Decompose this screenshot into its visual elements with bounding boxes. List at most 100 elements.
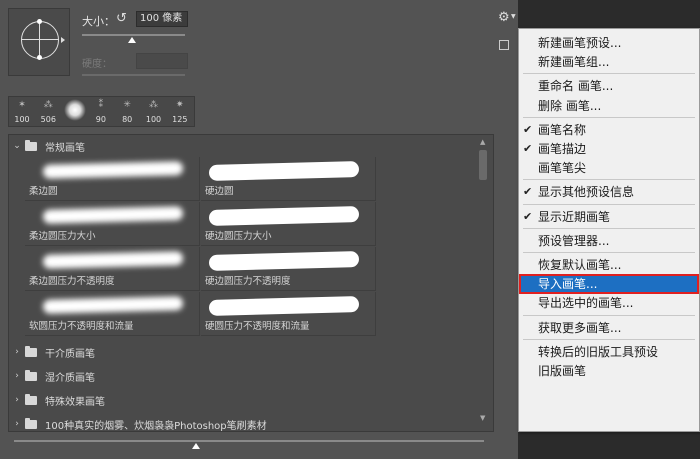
- chevron-right-icon[interactable]: ›: [9, 347, 25, 357]
- brush-cell[interactable]: 软圆压力不透明度和流量: [25, 292, 200, 336]
- preview-size-knob[interactable]: [192, 443, 200, 449]
- menu-item-label: 获取更多画笔...: [538, 320, 622, 335]
- menu-item[interactable]: 新建画笔预设...: [519, 33, 699, 53]
- menu-item-label: 新建画笔预设...: [538, 36, 622, 50]
- menu-item[interactable]: ✔ 画笔名称: [519, 120, 699, 140]
- roundness-handle-top[interactable]: [37, 19, 42, 24]
- brush-cell[interactable]: 硬圆压力不透明度和流量: [201, 292, 376, 336]
- menu-separator: [523, 338, 695, 340]
- menu-item-label: 导入画笔...: [538, 277, 598, 292]
- menu-item[interactable]: 导出选中的画笔...: [519, 293, 699, 313]
- caret-down-icon[interactable]: ▼: [511, 13, 516, 20]
- menu-item-label: 转换后的旧版工具预设: [538, 344, 659, 359]
- brush-panel-menu: 新建画笔预设... 新建画笔组... 重命名 画笔... 删除 画笔... ✔ 画笔名称 ✔…: [518, 28, 700, 432]
- brush-cell[interactable]: 柔边圆压力大小: [25, 202, 200, 246]
- menu-item[interactable]: ✔ 显示其他预设信息: [519, 182, 699, 202]
- brush-stroke-preview: [42, 251, 184, 269]
- brush-name: 柔边圆压力大小: [29, 231, 96, 242]
- menu-item[interactable]: 预设管理器...: [519, 231, 699, 251]
- menu-item[interactable]: 转换后的旧版工具预设: [519, 342, 699, 362]
- preview-size-slider[interactable]: [14, 440, 484, 442]
- menu-item[interactable]: 重命名 画笔...: [519, 76, 699, 96]
- preset-size: 506: [40, 115, 56, 124]
- group-label: 湿介质画笔: [45, 372, 95, 384]
- brush-cell[interactable]: 硬边圆: [201, 157, 376, 201]
- brush-name: 硬边圆: [205, 186, 234, 197]
- brush-cell[interactable]: 硬边圆压力大小: [201, 202, 376, 246]
- brush-glyph-icon: ⁑: [98, 100, 104, 110]
- preset-size: 80: [122, 115, 133, 124]
- brush-cell[interactable]: 柔边圆压力不透明度: [25, 247, 200, 291]
- group-regular-brushes[interactable]: ⌄ 常规画笔: [9, 135, 479, 157]
- menu-item-label: 删除 画笔...: [538, 98, 602, 113]
- roundness-handle-bottom[interactable]: [37, 55, 42, 60]
- chevron-right-icon[interactable]: ›: [9, 371, 25, 381]
- scroll-up-icon[interactable]: ▲: [480, 138, 485, 146]
- brush-tip-preview[interactable]: [8, 8, 70, 76]
- scroll-down-icon[interactable]: ▼: [480, 414, 485, 422]
- menu-item-label: 显示其他预设信息: [538, 185, 635, 200]
- menu-item[interactable]: 新建画笔组...: [519, 52, 699, 72]
- brush-stroke-preview: [208, 161, 360, 181]
- recent-brushes-bar: ✶ 100 ⁂ 506 ⁑ 90 ✳ 80 ⁂ 100 ✷ 125: [8, 96, 195, 127]
- preset-size: 125: [172, 115, 188, 124]
- brush-cell[interactable]: 硬边圆压力不透明度: [201, 247, 376, 291]
- menu-separator: [523, 179, 695, 181]
- chevron-right-icon[interactable]: ›: [9, 395, 25, 405]
- hardness-input[interactable]: [136, 53, 188, 69]
- size-label: 大小：: [82, 15, 115, 28]
- brush-stroke-preview: [208, 296, 360, 316]
- menu-item[interactable]: ✔ 显示近期画笔: [519, 207, 699, 227]
- collapsed-brush-group[interactable]: › 湿介质画笔: [9, 365, 479, 387]
- menu-item[interactable]: 导入画笔...: [519, 274, 699, 295]
- brush-stroke-preview: [42, 161, 184, 179]
- menu-item[interactable]: ✔ 画笔描边: [519, 139, 699, 159]
- gear-icon[interactable]: ⚙: [498, 10, 510, 25]
- brush-angle-circle[interactable]: [21, 21, 59, 59]
- menu-item[interactable]: 删除 画笔...: [519, 96, 699, 116]
- preset-size: 100: [14, 115, 30, 124]
- brush-name: 硬边圆压力大小: [205, 231, 272, 242]
- recent-brush-preset[interactable]: ⁂ 506: [35, 97, 61, 126]
- menu-item[interactable]: 画笔笔尖: [519, 158, 699, 178]
- recent-brush-preset[interactable]: ⁂ 100: [141, 97, 167, 126]
- menu-item[interactable]: 恢复默认画笔...: [519, 255, 699, 275]
- angle-arrow-icon[interactable]: [61, 37, 65, 43]
- brush-glyph-icon: ⁂: [43, 100, 53, 110]
- scrollbar-thumb[interactable]: [479, 150, 487, 180]
- menu-item-label: 导出选中的画笔...: [538, 296, 634, 311]
- menu-item-label: 预设管理器...: [538, 233, 610, 248]
- size-slider-knob[interactable]: [128, 37, 136, 43]
- recent-brush-preset[interactable]: ✶ 100: [9, 97, 35, 126]
- group-label: 干介质画笔: [45, 348, 95, 360]
- menu-item[interactable]: 获取更多画笔...: [519, 318, 699, 338]
- checkmark-icon: ✔: [523, 209, 533, 223]
- menu-separator: [523, 73, 695, 75]
- brush-cell[interactable]: 柔边圆: [25, 157, 200, 201]
- brush-name: 柔边圆压力不透明度: [29, 276, 115, 287]
- size-input[interactable]: 100 像素: [136, 11, 188, 27]
- hardness-slider[interactable]: [82, 74, 185, 76]
- collapsed-brush-group[interactable]: › 干介质画笔: [9, 341, 479, 363]
- brush-stroke-preview: [42, 296, 184, 314]
- new-preset-icon[interactable]: [499, 40, 509, 50]
- collapsed-brush-group[interactable]: › 100种真实的烟雾、炊烟袅袅Photoshop笔刷素材: [9, 413, 479, 432]
- brush-name: 硬边圆压力不透明度: [205, 276, 291, 287]
- group-label: 100种真实的烟雾、炊烟袅袅Photoshop笔刷素材: [45, 420, 267, 432]
- menu-item[interactable]: 旧版画笔: [519, 361, 699, 381]
- chevron-right-icon[interactable]: ›: [9, 419, 25, 429]
- recent-brush-preset[interactable]: ✳ 80: [114, 97, 140, 126]
- collapsed-brush-group[interactable]: › 特殊效果画笔: [9, 389, 479, 411]
- recent-brush-preset[interactable]: ⁑ 90: [88, 97, 114, 126]
- menu-item-label: 重命名 画笔...: [538, 79, 614, 94]
- menu-separator: [523, 203, 695, 205]
- brush-glyph-icon: ✳: [123, 100, 131, 110]
- menu-separator: [523, 314, 695, 316]
- reset-icon[interactable]: ↺: [116, 11, 127, 26]
- menu-item-label: 恢复默认画笔...: [538, 258, 622, 272]
- recent-brush-preset[interactable]: [62, 97, 88, 126]
- recent-brush-preset[interactable]: ✷ 125: [167, 97, 193, 126]
- chevron-down-icon[interactable]: ⌄: [9, 141, 25, 151]
- size-slider[interactable]: [82, 34, 185, 36]
- folder-icon: [25, 417, 37, 429]
